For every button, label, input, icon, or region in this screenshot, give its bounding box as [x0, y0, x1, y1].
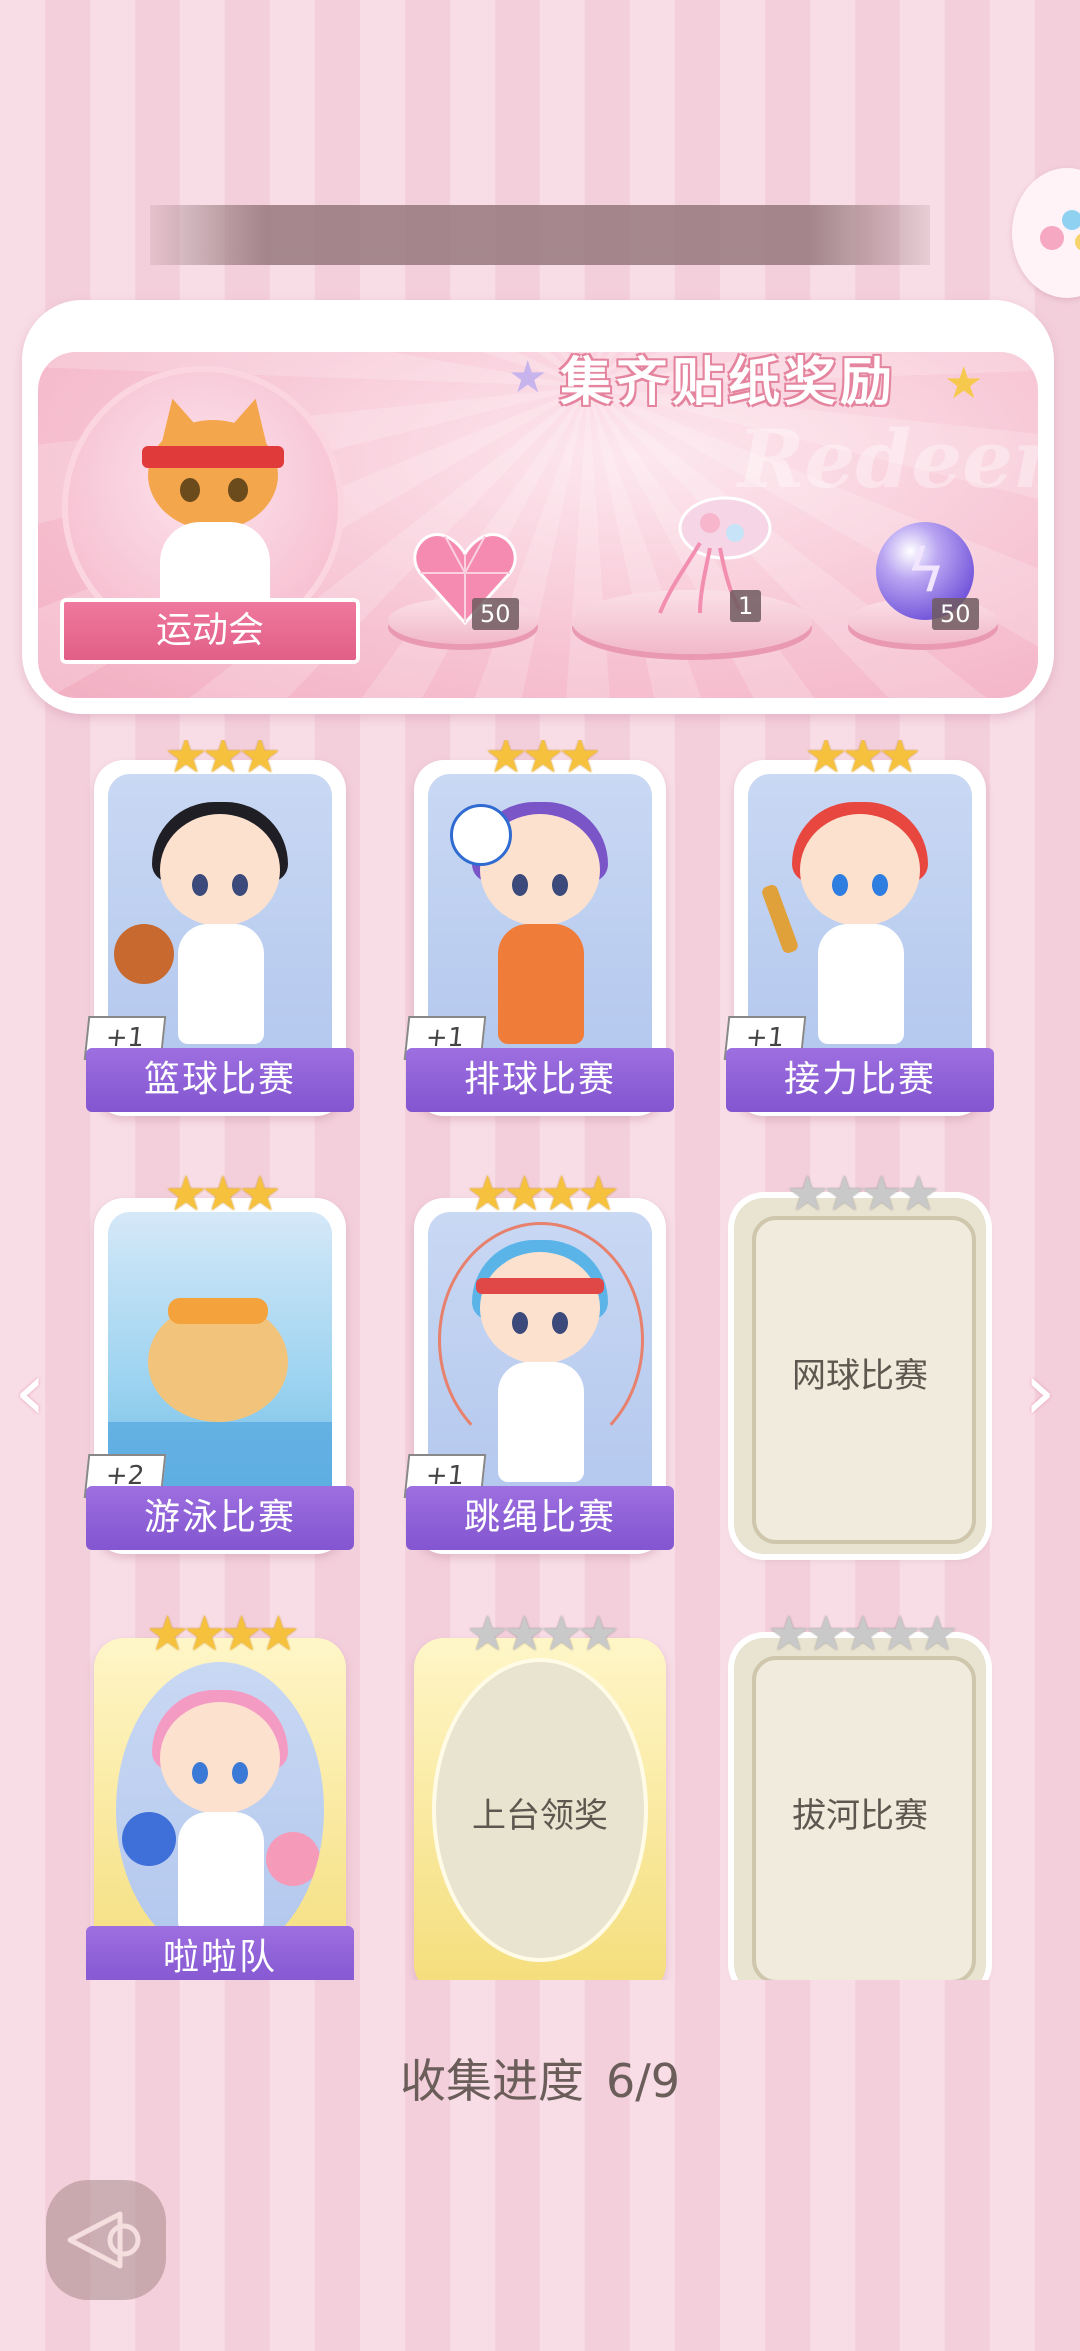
- sticker-card-basketball[interactable]: ★★★ +1 篮球比赛: [83, 740, 354, 1116]
- cat-head: [148, 420, 278, 530]
- chibi-body: [178, 1812, 264, 1932]
- chibi-body: [498, 924, 584, 1044]
- progress-value: 6/9: [605, 2054, 681, 2108]
- chibi-body: [818, 924, 904, 1044]
- chibi-eye: [832, 874, 848, 896]
- star-rating: ★★★: [164, 1166, 281, 1222]
- reward-quantity: 50: [472, 598, 519, 630]
- chibi-head: [160, 1702, 280, 1814]
- cat-headband: [142, 446, 284, 468]
- card-label: 篮球比赛: [86, 1048, 354, 1112]
- star-rating: ★★★★: [465, 1606, 620, 1662]
- banner-title: 集齐贴纸奖励: [560, 353, 897, 413]
- jump-rope-icon: [438, 1222, 644, 1458]
- card-label: 跳绳比赛: [406, 1486, 674, 1550]
- previous-page-arrow-icon[interactable]: ‹: [14, 1352, 64, 1432]
- sticker-card-cheerleading[interactable]: ★★★★ 啦啦队: [86, 1610, 354, 1980]
- chibi-eye: [232, 874, 248, 896]
- chibi-head: [800, 814, 920, 926]
- pompom-icon: [266, 1832, 320, 1886]
- chibi-eye: [192, 874, 208, 896]
- sticker-card-jump-rope[interactable]: ★★★★ +1 跳绳比赛: [403, 1170, 674, 1554]
- star-icon: ★: [508, 352, 548, 403]
- paint-splash-icon: [1040, 210, 1080, 251]
- card-label: 拔河比赛: [792, 1796, 928, 1836]
- banner-watermark: Redeem: [738, 412, 1038, 506]
- back-arrow-icon: [67, 2211, 141, 2269]
- chibi-eye: [192, 1762, 208, 1784]
- card-label: 啦啦队: [86, 1926, 354, 1980]
- relay-baton-icon: [760, 883, 800, 955]
- sticker-card-tug-of-war-locked[interactable]: ★★★★★ 拔河比赛: [734, 1610, 986, 1980]
- chibi-head: [160, 814, 280, 926]
- card-label: 游泳比赛: [86, 1486, 354, 1550]
- pompom-icon: [122, 1812, 176, 1866]
- next-page-arrow-icon[interactable]: ›: [1024, 1352, 1074, 1432]
- reward-quantity: 1: [730, 590, 762, 622]
- top-corner-menu-button[interactable]: [1012, 168, 1080, 298]
- card-label: 排球比赛: [406, 1048, 674, 1112]
- card-art: [116, 1662, 324, 1958]
- sticker-card-volleyball[interactable]: ★★★ +1 排球比赛: [403, 740, 674, 1116]
- chibi-eye: [552, 874, 568, 896]
- basketball-icon: [114, 924, 174, 984]
- chibi-eye: [872, 874, 888, 896]
- volleyball-icon: [450, 804, 512, 866]
- reward-quantity: 50: [932, 598, 979, 630]
- collection-progress: 收集进度 6/9: [0, 2045, 1080, 2111]
- cat-eye: [180, 478, 200, 502]
- sticker-card-tennis-locked[interactable]: ★★★★ 网球比赛: [734, 1170, 986, 1554]
- card-label: 接力比赛: [726, 1048, 994, 1112]
- star-icon: ★: [944, 358, 984, 409]
- chibi-eye: [232, 1762, 248, 1784]
- star-rating: ★★★★: [145, 1606, 300, 1662]
- progress-label: 收集进度: [399, 2054, 584, 2108]
- sticker-card-award-ceremony-locked[interactable]: ★★★★ 上台领奖: [414, 1610, 666, 1980]
- chibi-eye: [512, 874, 528, 896]
- chibi-body: [178, 924, 264, 1044]
- theme-label: 运动会: [60, 598, 360, 664]
- sticker-grid: ★★★ +1 篮球比赛 ★★★ +1 排球比赛 ★★★ +1 接力比赛 ★★★ …: [0, 740, 1080, 1980]
- sticker-card-swimming[interactable]: ★★★ +2 游泳比赛: [83, 1170, 354, 1554]
- top-title-bar: [150, 205, 930, 265]
- star-rating: ★★★★★: [767, 1606, 958, 1662]
- card-label: 网球比赛: [792, 1356, 928, 1396]
- back-button[interactable]: [46, 2180, 166, 2300]
- sticker-card-relay[interactable]: ★★★ +1 接力比赛: [723, 740, 994, 1116]
- star-rating: ★★★★: [785, 1166, 940, 1222]
- star-rating: ★★★★: [465, 1166, 620, 1222]
- cat-eye: [228, 478, 248, 502]
- swim-cap: [168, 1298, 268, 1324]
- card-label: 上台领奖: [472, 1796, 608, 1836]
